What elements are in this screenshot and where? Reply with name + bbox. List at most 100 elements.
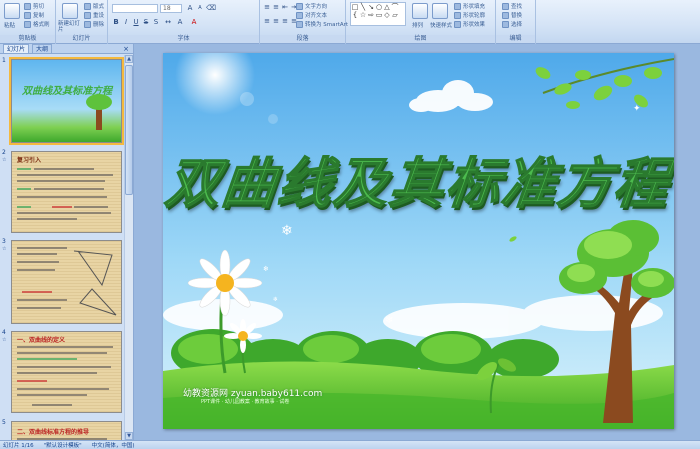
tree-crown xyxy=(86,94,112,110)
delete-slide-button[interactable]: 删除 xyxy=(84,20,104,28)
oval-shape-icon[interactable]: ○ xyxy=(375,3,383,11)
clipboard-group-label: 剪贴板 xyxy=(0,35,55,43)
thumbnail-title: 一、双曲线的定义 xyxy=(17,337,66,344)
new-slide-button[interactable]: 新建幻灯片 xyxy=(58,21,84,33)
grow-font-icon[interactable]: A xyxy=(186,4,194,12)
align-left-icon[interactable]: ≡ xyxy=(263,17,271,25)
text-direction-button[interactable]: 文字方向 xyxy=(296,2,327,10)
scrollbar-thumb[interactable] xyxy=(125,65,133,195)
paragraph-group: ≡ ≡ ⇤ ⇥ ≡ ≡ ≡ ≡ 文字方向 对齐文本 转换为 SmartArt 段… xyxy=(260,0,348,44)
current-slide[interactable]: ❄ ❄ ❄ ❄ ✦ 双曲线及其标准方程 幼教资源网 zyuan.baby611.… xyxy=(163,53,674,429)
find-button[interactable]: 查找 xyxy=(502,2,522,10)
rect-shape-icon[interactable]: □ xyxy=(351,3,359,11)
arrange-icon xyxy=(412,3,428,19)
block-shape-icon[interactable]: ▭ xyxy=(375,11,383,19)
thumbnail-item[interactable]: 1 双曲线及其标准方程 xyxy=(0,55,124,147)
shrink-font-icon[interactable]: A xyxy=(196,4,204,12)
char-spacing-icon[interactable]: ↔ xyxy=(164,18,172,26)
tab-slides[interactable]: 幻灯片 xyxy=(3,44,30,53)
align-right-icon[interactable]: ≡ xyxy=(281,17,289,25)
underline-icon[interactable]: U xyxy=(132,18,140,26)
language-indicator[interactable]: 中文(简体，中国) xyxy=(92,441,135,449)
copy-icon xyxy=(24,11,31,19)
strikethrough-icon[interactable]: S xyxy=(142,18,150,26)
decrease-indent-icon[interactable]: ⇤ xyxy=(281,3,289,11)
quick-styles-button[interactable]: 快速样式 xyxy=(430,21,452,29)
arrow-shape-icon[interactable]: ↘ xyxy=(367,3,375,11)
copy-button[interactable]: 复制 xyxy=(24,11,44,19)
ribbon: 粘贴 剪切 复制 格式刷 剪贴板 新建幻灯片 版式 重设 删除 幻灯片 18 A… xyxy=(0,0,700,44)
italic-icon[interactable]: I xyxy=(122,18,130,26)
thumbnail-slide-2[interactable]: 复习引入 xyxy=(11,151,122,233)
thumbnail-slide-3[interactable] xyxy=(11,240,122,324)
pane-tabs: 幻灯片 大纲 × xyxy=(0,44,133,54)
shape-effects-button[interactable]: 形状效果 xyxy=(454,20,485,28)
scroll-up-icon[interactable]: ▲ xyxy=(125,55,133,63)
font-color-icon[interactable]: A xyxy=(190,18,198,26)
shape-fill-button[interactable]: 形状填充 xyxy=(454,2,485,10)
font-name-box[interactable] xyxy=(112,4,158,13)
fill-bucket-icon xyxy=(454,2,461,10)
drawing-group: □ ╲ ↘ ○ △ ⌒ {☆ ⇨ ▭ ◇ ▱ 排列 快速样式 形状填充 形状轮廓 形状效果 绘图 xyxy=(346,0,496,44)
clear-format-icon[interactable]: ⌫ xyxy=(206,4,216,12)
change-case-icon[interactable]: A xyxy=(176,18,184,26)
align-center-icon[interactable]: ≡ xyxy=(272,17,280,25)
callout-shape-icon[interactable]: ▱ xyxy=(391,11,399,19)
triangle-shape-icon[interactable]: △ xyxy=(383,3,391,11)
reset-icon xyxy=(84,11,91,19)
thumbnail-list: 1 双曲线及其标准方程 2 ☆ 复习引入 3 ☆ 4 ☆ 一、双曲线的定义 5 … xyxy=(0,55,124,440)
numbering-icon[interactable]: ≡ xyxy=(272,3,280,11)
effects-icon xyxy=(454,20,461,28)
arrange-button[interactable]: 排列 xyxy=(412,21,423,29)
thumbnail-slide-4[interactable]: 一、双曲线的定义 xyxy=(11,331,122,413)
thumbnail-number: 1 xyxy=(2,57,6,64)
bullets-icon[interactable]: ≡ xyxy=(263,3,271,11)
clipboard-group: 粘贴 剪切 复制 格式刷 剪贴板 xyxy=(0,0,56,44)
status-bar: 幻灯片 1/16 "默认设计模板" 中文(简体，中国) xyxy=(0,440,700,449)
delete-icon xyxy=(84,20,91,28)
shapes-gallery[interactable]: □ ╲ ↘ ○ △ ⌒ {☆ ⇨ ▭ ◇ ▱ xyxy=(350,2,406,26)
thumbnail-title: 复习引入 xyxy=(17,157,42,164)
smartart-icon xyxy=(296,20,303,28)
tab-outline[interactable]: 大纲 xyxy=(32,44,53,53)
format-painter-button[interactable]: 格式刷 xyxy=(24,20,50,28)
paste-button[interactable]: 粘贴 xyxy=(4,21,15,29)
font-size-box[interactable]: 18 xyxy=(160,4,182,13)
thumbnail-item[interactable]: 3 ☆ xyxy=(0,236,124,327)
scissors-icon xyxy=(24,2,31,10)
thumbnail-item[interactable]: 4 ☆ 一、双曲线的定义 xyxy=(0,327,124,417)
svg-text:❄: ❄ xyxy=(263,265,269,273)
shadow-icon[interactable]: S xyxy=(152,18,160,26)
diamond-shape-icon[interactable]: ◇ xyxy=(383,11,391,19)
thumbnail-item[interactable]: 2 ☆ 复习引入 xyxy=(0,147,124,236)
scroll-down-icon[interactable]: ▼ xyxy=(125,432,133,440)
thumbnail-item[interactable]: 5 二、双曲线标准方程的推导 xyxy=(0,417,124,440)
select-button[interactable]: 选择 xyxy=(502,20,522,28)
font-group: 18 A A ⌫ B I U S S ↔ A A 字体 xyxy=(108,0,260,44)
right-arrow-shape-icon[interactable]: ⇨ xyxy=(367,11,375,19)
site-tagline: PPT课件 · 幼儿园教案 · 教育故事 · 试卷 xyxy=(201,399,290,405)
slides-group-label: 幻灯片 xyxy=(56,35,107,43)
svg-text:❄: ❄ xyxy=(385,315,393,326)
geometry-figure xyxy=(73,250,117,316)
slide-counter: 幻灯片 1/16 xyxy=(3,443,34,449)
pane-scrollbar[interactable]: ▲ ▼ xyxy=(124,55,133,440)
shape-outline-button[interactable]: 形状轮廓 xyxy=(454,11,485,19)
thumbnail-slide-5[interactable]: 二、双曲线标准方程的推导 xyxy=(11,421,122,440)
close-icon[interactable]: × xyxy=(123,45,129,53)
slide-background: ❄ ❄ ❄ ❄ ✦ xyxy=(163,53,674,429)
line-shape-icon[interactable]: ╲ xyxy=(359,3,367,11)
select-icon xyxy=(502,20,509,28)
align-text-button[interactable]: 对齐文本 xyxy=(296,11,327,19)
brace-shape-icon[interactable]: { xyxy=(351,11,359,19)
slide-title[interactable]: 双曲线及其标准方程 xyxy=(163,139,674,218)
layout-button[interactable]: 版式 xyxy=(84,2,104,10)
smartart-button[interactable]: 转换为 SmartArt xyxy=(296,20,348,28)
cut-button[interactable]: 剪切 xyxy=(24,2,44,10)
curve-shape-icon[interactable]: ⌒ xyxy=(391,3,399,11)
bold-icon[interactable]: B xyxy=(112,18,120,26)
reset-button[interactable]: 重设 xyxy=(84,11,104,19)
star-shape-icon[interactable]: ☆ xyxy=(359,11,367,19)
replace-button[interactable]: 替换 xyxy=(502,11,522,19)
thumbnail-slide-1[interactable]: 双曲线及其标准方程 xyxy=(9,57,124,145)
